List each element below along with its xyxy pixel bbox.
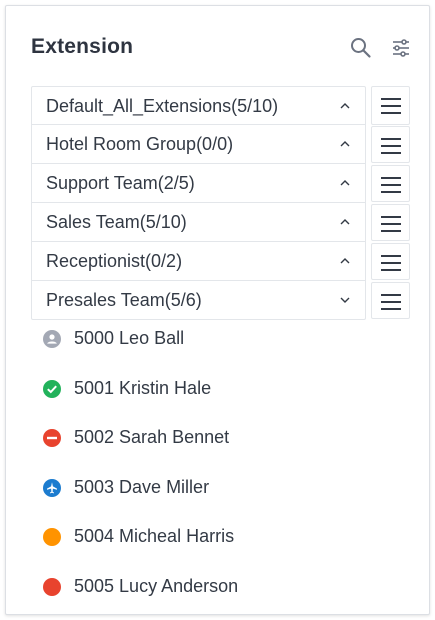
group-row: Receptionist(0/2) <box>31 242 411 281</box>
menu-icon <box>381 255 401 271</box>
member-label: 5002 Sarah Bennet <box>74 427 230 447</box>
busy-status-icon <box>43 577 61 596</box>
menu-icon <box>381 177 401 193</box>
extension-panel: Extension Default_All_Extensions(5/10) H… <box>5 5 430 615</box>
list-item[interactable]: 5005 Lucy Anderson <box>6 564 429 614</box>
group-label: Support Team(2/5) <box>46 173 195 193</box>
list-item[interactable]: 5001 Kristin Hale <box>6 366 429 416</box>
group-menu-button[interactable] <box>371 165 410 202</box>
member-label: 5001 Kristin Hale <box>74 377 212 398</box>
group-menu-button[interactable] <box>371 282 410 319</box>
member-label: 5003 Dave Miller <box>74 476 210 497</box>
chevron-up-icon <box>340 103 350 109</box>
chevron-up-icon <box>340 180 350 186</box>
group-menu-button[interactable] <box>371 86 410 125</box>
menu-icon <box>381 138 401 154</box>
member-label: 5000 Leo Ball <box>74 328 185 348</box>
chevron-up-icon <box>340 219 350 225</box>
chevron-up-icon <box>340 141 350 147</box>
menu-icon <box>381 216 401 232</box>
group-label: Default_All_Extensions(5/10) <box>46 96 279 116</box>
group-row: Support Team(2/5) <box>31 164 411 203</box>
offline-status-icon <box>43 330 61 348</box>
do-not-disturb-status-icon <box>43 429 61 447</box>
group-label: Sales Team(5/10) <box>46 212 187 232</box>
group-toggle[interactable]: Hotel Room Group(0/0) <box>31 125 366 164</box>
group-toggle[interactable]: Sales Team(5/10) <box>31 203 366 242</box>
group-label: Hotel Room Group(0/0) <box>46 134 234 154</box>
list-item[interactable]: 5000 Leo Ball <box>6 316 429 366</box>
panel-title: Extension <box>31 35 134 58</box>
group-toggle[interactable]: Default_All_Extensions(5/10) <box>31 86 366 125</box>
group-list: Default_All_Extensions(5/10) Hotel Room … <box>31 86 411 320</box>
group-row: Presales Team(5/6) <box>31 281 411 320</box>
group-menu-button[interactable] <box>371 204 410 241</box>
airplane-status-icon <box>43 478 61 497</box>
group-toggle[interactable]: Support Team(2/5) <box>31 164 366 203</box>
away-status-icon <box>43 528 61 546</box>
group-label: Receptionist(0/2) <box>46 251 183 271</box>
list-item[interactable]: 5002 Sarah Bennet <box>6 415 429 465</box>
menu-icon <box>381 98 401 114</box>
group-menu-button[interactable] <box>371 126 410 163</box>
group-row: Sales Team(5/10) <box>31 203 411 242</box>
chevron-up-icon <box>340 258 350 264</box>
menu-icon <box>381 294 401 310</box>
group-label: Presales Team(5/6) <box>46 290 202 310</box>
group-row: Default_All_Extensions(5/10) <box>31 86 411 125</box>
sliders-icon[interactable] <box>389 36 413 60</box>
chevron-down-icon <box>340 297 350 303</box>
search-icon[interactable] <box>349 36 373 60</box>
member-list: 5000 Leo Ball 5001 Kristin Hale 5002 Sar… <box>6 316 429 613</box>
panel-header: Extension <box>6 6 429 86</box>
available-status-icon <box>43 379 61 398</box>
member-label: 5005 Lucy Anderson <box>74 575 239 596</box>
group-toggle[interactable]: Presales Team(5/6) <box>31 281 366 320</box>
group-toggle[interactable]: Receptionist(0/2) <box>31 242 366 281</box>
list-item[interactable]: 5004 Micheal Harris <box>6 514 429 564</box>
member-label: 5004 Micheal Harris <box>74 526 235 546</box>
list-item[interactable]: 5003 Dave Miller <box>6 465 429 515</box>
group-row: Hotel Room Group(0/0) <box>31 125 411 164</box>
group-menu-button[interactable] <box>371 243 410 280</box>
